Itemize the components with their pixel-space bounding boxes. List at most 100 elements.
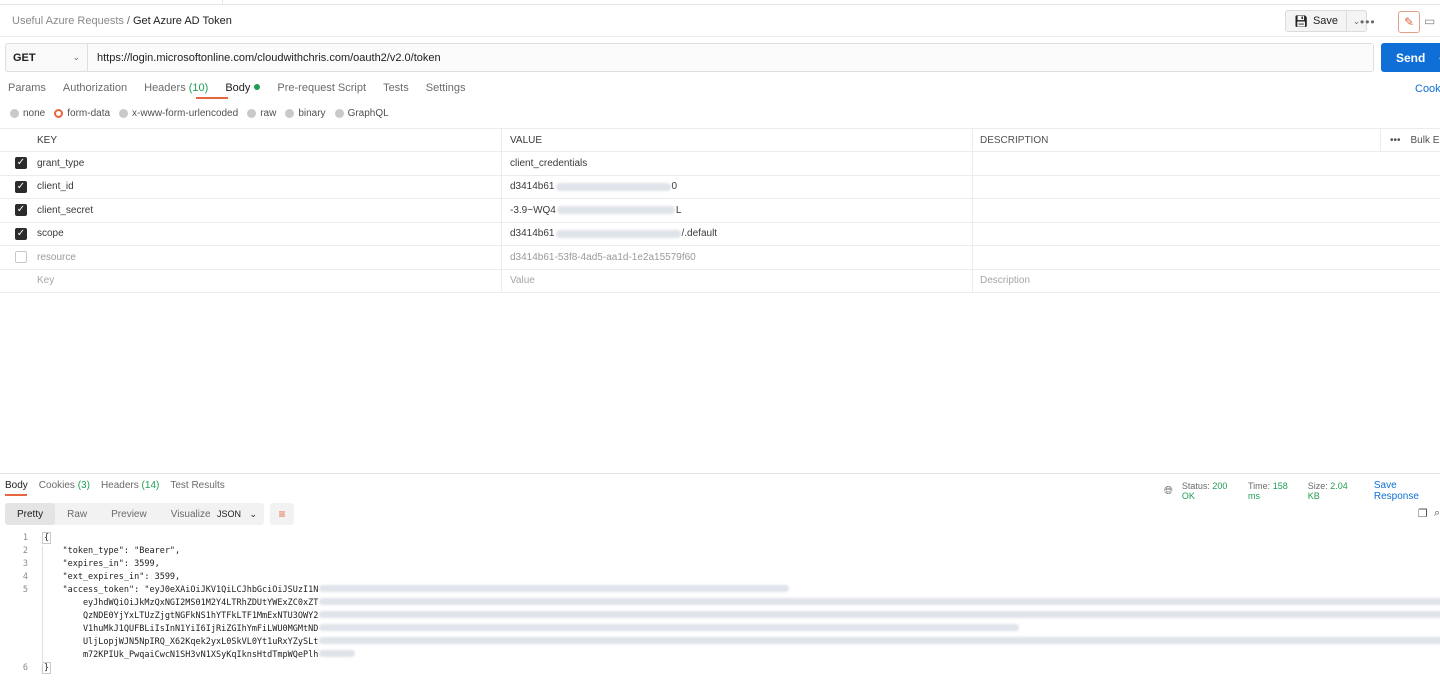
time-info[interactable]: Time: 158 ms: [1248, 481, 1299, 501]
row-value-start: d3414b61: [510, 228, 555, 240]
radio-graphql[interactable]: [334, 109, 344, 118]
url-input[interactable]: https://login.microsoftonline.com/cloudw…: [88, 44, 1373, 71]
code-line: V1huMkJ1QUFBLiIsInN1YiI6IjRiZGIhYmFiLWU0…: [42, 624, 1020, 634]
response-format-select[interactable]: JSON ⌄: [210, 503, 264, 525]
tab-tests[interactable]: Tests: [383, 82, 409, 94]
more-options-button[interactable]: •••: [1360, 15, 1376, 29]
row-checkbox[interactable]: [15, 251, 27, 264]
line-number: 3: [22, 559, 28, 569]
row-value-start: d3414b61: [510, 181, 555, 193]
edit-docs-button[interactable]: ✎: [1398, 11, 1420, 33]
time-label: Time:: [1248, 481, 1271, 491]
tab-params[interactable]: Params: [8, 82, 46, 94]
breadcrumb-separator: /: [126, 15, 130, 27]
tab-authorization[interactable]: Authorization: [63, 82, 127, 94]
row-checkbox[interactable]: ✓: [15, 157, 27, 170]
pencil-icon: ✎: [1403, 15, 1415, 29]
row-value[interactable]: d3414b61 /.default: [501, 222, 972, 245]
comment-icon: ▭: [1424, 14, 1436, 28]
response-tab-headers[interactable]: Headers (14): [101, 480, 159, 491]
tab-body[interactable]: Body: [225, 82, 261, 94]
send-button[interactable]: Send ⌄: [1381, 43, 1440, 72]
body-type-urlencoded[interactable]: x-www-form-urlencoded: [119, 108, 238, 119]
body-type-none[interactable]: none: [10, 108, 45, 119]
radio-binary[interactable]: [285, 109, 295, 118]
view-raw-button[interactable]: Raw: [55, 503, 99, 525]
row-value[interactable]: -3.9~WQ4 L: [501, 199, 972, 222]
body-type-form-data[interactable]: form-data: [54, 108, 110, 119]
body-type-raw[interactable]: raw: [247, 108, 276, 119]
row-value[interactable]: client_credentials: [501, 152, 972, 175]
code-line: UljLopjWJN5NpIRQ_X62Kqek2yxL0SkVL0Yt1uRx…: [42, 637, 1440, 647]
row-value[interactable]: d3414b61-53f8-4ad5-aa1d-1e2a15579f60: [501, 246, 972, 269]
row-description[interactable]: [972, 199, 1380, 222]
response-tab-cookies[interactable]: Cookies (3): [39, 480, 90, 491]
method-select[interactable]: GET ⌄: [6, 44, 88, 71]
row-value[interactable]: d3414b61 0: [501, 175, 972, 198]
tab-prerequest-script[interactable]: Pre-request Script: [277, 82, 366, 94]
save-button-group: 💾︎ Save ⌄: [1285, 10, 1368, 32]
row-description[interactable]: [972, 175, 1380, 198]
body-type-raw-label: raw: [260, 108, 277, 119]
bulk-edit-button[interactable]: Bulk E: [1411, 135, 1440, 146]
body-type-graphql[interactable]: GraphQL: [334, 108, 389, 119]
save-button[interactable]: 💾︎ Save: [1286, 11, 1346, 31]
radio-none[interactable]: [10, 109, 19, 118]
row-description[interactable]: [972, 246, 1380, 269]
row-checkbox[interactable]: ✓: [15, 180, 27, 193]
code-line-text: {: [42, 532, 52, 544]
response-view-toggle: Pretty Raw Preview Visualize: [5, 503, 223, 525]
code-line: QzNDE0YjYxLTUzZjgtNGFkNS1hYTFkLTF1MmExNT…: [42, 611, 1440, 621]
row-key[interactable]: grant_type: [37, 152, 499, 175]
table-row: ✓ scope d3414b61 /.default: [0, 222, 1440, 246]
response-tab-headers-count: (14): [141, 480, 160, 491]
table-row-new: Key Value Description: [0, 269, 1440, 293]
row-checkbox[interactable]: ✓: [15, 204, 27, 217]
row-description[interactable]: [972, 222, 1380, 245]
row-description[interactable]: [972, 152, 1380, 175]
radio-form-data[interactable]: [54, 109, 64, 118]
more-options-icon[interactable]: •••: [1390, 135, 1401, 146]
new-key-input[interactable]: Key: [37, 270, 499, 293]
new-value-input[interactable]: Value: [501, 269, 972, 292]
active-tab-indicator: [196, 97, 228, 99]
view-preview-button[interactable]: Preview: [99, 503, 159, 525]
copy-icon[interactable]: ❐: [1418, 507, 1428, 520]
row-key[interactable]: resource: [37, 246, 499, 269]
new-description-input[interactable]: Description: [972, 269, 1380, 292]
breadcrumb-collection[interactable]: Useful Azure Requests: [12, 15, 124, 27]
table-row: ✓ grant_type client_credentials: [0, 152, 1440, 176]
row-key[interactable]: client_id: [37, 176, 499, 199]
code-line-text: }: [42, 662, 52, 674]
tab-settings[interactable]: Settings: [426, 82, 466, 94]
body-type-binary[interactable]: binary: [285, 108, 326, 119]
comments-button[interactable]: ▭: [1424, 14, 1440, 30]
search-icon[interactable]: ⌕: [1434, 507, 1440, 520]
redacted-text: [555, 229, 681, 238]
radio-raw[interactable]: [247, 109, 257, 118]
status-info[interactable]: Status: 200 OK: [1182, 481, 1239, 501]
row-key[interactable]: client_secret: [37, 199, 499, 222]
response-tab-body[interactable]: Body: [5, 480, 28, 491]
code-line-text: QzNDE0YjYxLTUzZjgtNGFkNS1hYTFkLTF1MmExNT…: [42, 611, 319, 621]
redacted-token: [319, 650, 356, 657]
row-value-end: 0: [671, 181, 678, 193]
row-value-end: /.default: [681, 228, 718, 240]
table-header-row: KEY VALUE DESCRIPTION ••• Bulk E: [0, 128, 1440, 152]
response-tab-test-results[interactable]: Test Results: [170, 480, 224, 491]
size-info[interactable]: Size: 2.04 KB: [1308, 481, 1359, 501]
row-key[interactable]: scope: [37, 223, 499, 246]
globe-icon[interactable]: 🌐︎: [1164, 485, 1173, 498]
wrap-lines-button[interactable]: ≡: [270, 503, 294, 525]
body-type-selector: none form-data x-www-form-urlencoded raw…: [10, 108, 398, 119]
save-response-button[interactable]: Save Response: [1374, 480, 1440, 502]
breadcrumb-request-name[interactable]: Get Azure AD Token: [133, 15, 232, 27]
tab-headers[interactable]: Headers (10): [144, 82, 208, 94]
response-pane-divider[interactable]: [0, 473, 1440, 474]
table-row: ✓ client_id d3414b61 0: [0, 175, 1440, 199]
cookies-link[interactable]: Cooki: [1415, 83, 1440, 95]
tab-body-label: Body: [225, 82, 251, 94]
row-checkbox[interactable]: ✓: [15, 227, 27, 240]
radio-urlencoded[interactable]: [119, 109, 129, 118]
view-pretty-button[interactable]: Pretty: [5, 503, 56, 525]
